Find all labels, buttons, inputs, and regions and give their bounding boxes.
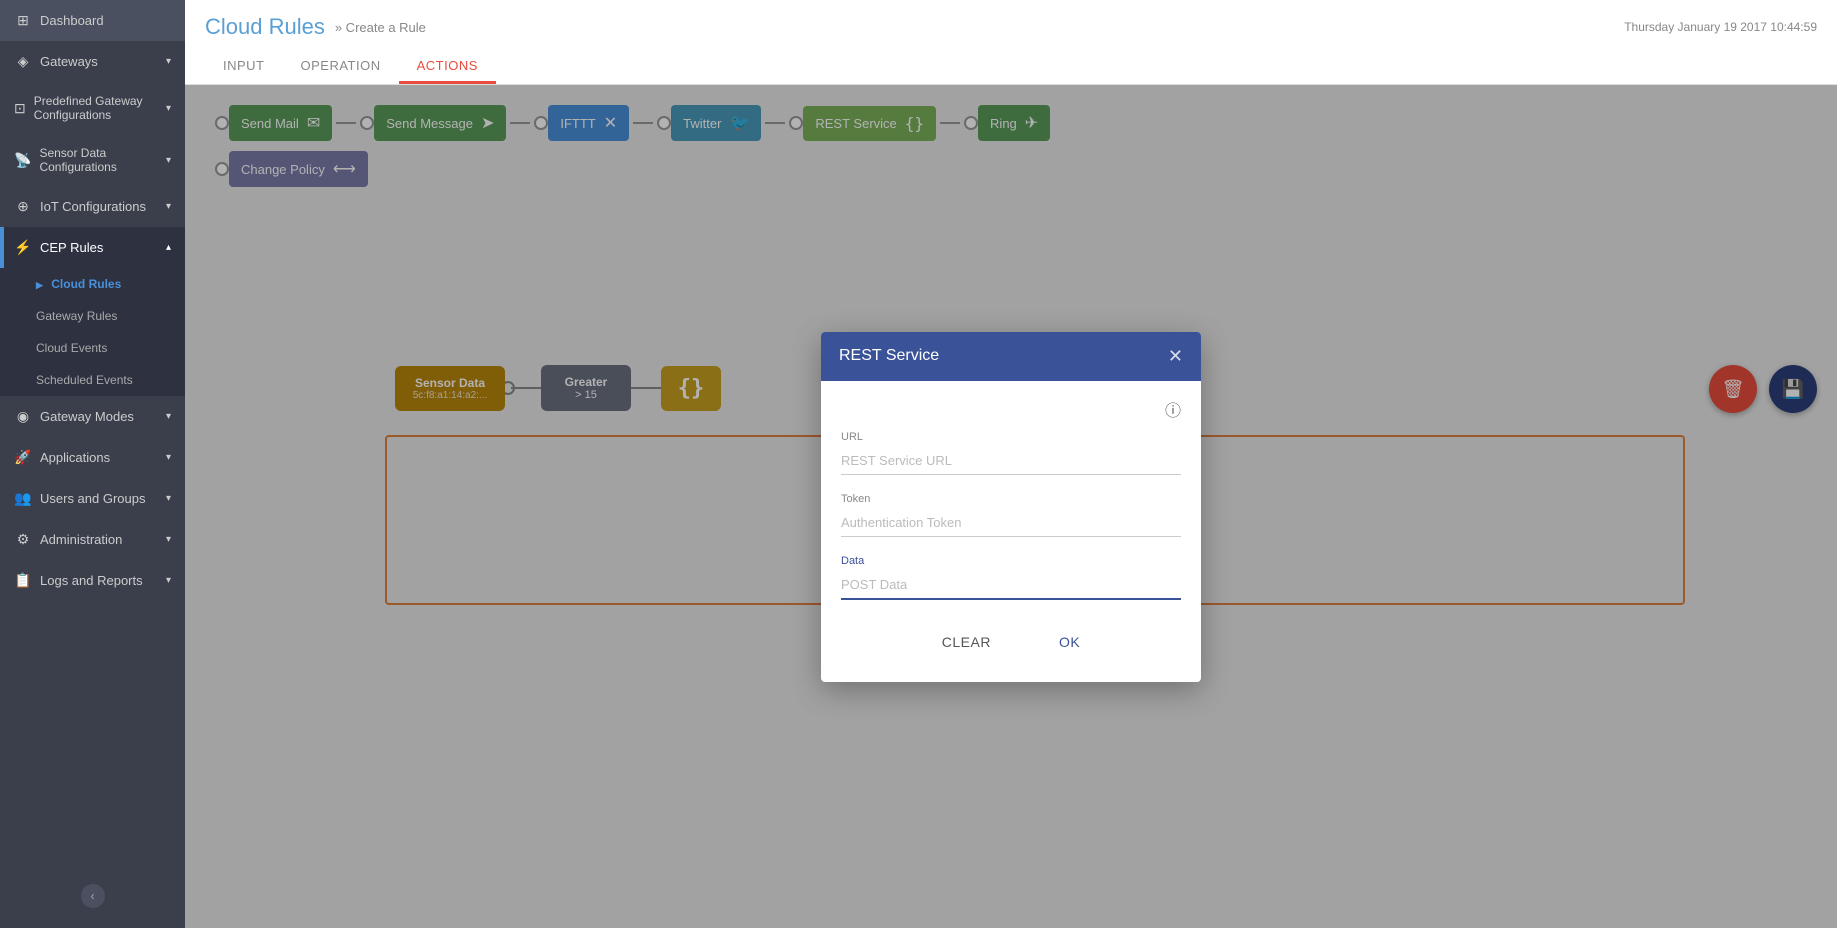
sidebar-item-applications[interactable]: 🚀 Applications ▾ [0,437,185,478]
page-header: Cloud Rules » Create a Rule Thursday Jan… [185,0,1837,85]
sidebar-item-label: Sensor Data Configurations [39,146,158,174]
sidebar-sub-item-cloud-rules[interactable]: Cloud Rules [0,268,185,300]
cep-icon: ⚡ [14,239,32,256]
sidebar-sub-item-gateway-rules[interactable]: Gateway Rules [0,300,185,332]
sidebar-item-label: Administration [40,532,122,547]
sidebar-item-label: Logs and Reports [40,573,143,588]
sidebar-item-label: Users and Groups [40,491,146,506]
dialog-title: REST Service [839,347,939,365]
tab-actions[interactable]: ACTIONS [399,50,496,84]
tab-bar: INPUT OPERATION ACTIONS [205,50,1817,84]
predefined-icon: ⊡ [14,100,26,117]
info-icon[interactable]: ⓘ [1165,403,1181,420]
dialog-body: ⓘ URL Token Data [821,381,1201,682]
sidebar-item-label: Predefined Gateway Configurations [34,94,158,122]
chevron-down-icon: ▾ [166,452,171,463]
gateway-modes-icon: ◉ [14,408,32,425]
clear-button[interactable]: CLEAR [928,628,1005,656]
token-input[interactable] [841,509,1181,537]
token-label: Token [841,493,1181,505]
sidebar-item-gateways[interactable]: ◈ Gateways ▾ [0,41,185,82]
ok-button[interactable]: OK [1045,628,1094,656]
sidebar-item-gateway-modes[interactable]: ◉ Gateway Modes ▾ [0,396,185,437]
chevron-down-icon: ▾ [166,56,171,67]
tab-operation[interactable]: OPERATION [283,50,399,84]
sidebar-item-predefined[interactable]: ⊡ Predefined Gateway Configurations ▾ [0,82,185,134]
chevron-down-icon: ▾ [166,493,171,504]
sidebar-item-label: Gateways [40,54,98,69]
chevron-down-icon: ▾ [166,103,171,114]
logs-icon: 📋 [14,572,32,589]
applications-icon: 🚀 [14,449,32,466]
main-content: Cloud Rules » Create a Rule Thursday Jan… [185,0,1837,928]
url-input[interactable] [841,447,1181,475]
sidebar-collapse-button[interactable]: ‹ [81,884,105,908]
url-field-group: URL [841,431,1181,475]
sidebar: ⊞ Dashboard ◈ Gateways ▾ ⊡ Predefined Ga… [0,0,185,928]
modal-overlay: REST Service ✕ ⓘ URL Token [185,85,1837,928]
sensor-icon: 📡 [14,152,31,169]
data-field-group: Data [841,555,1181,600]
iot-icon: ⊕ [14,198,32,215]
sidebar-item-administration[interactable]: ⚙ Administration ▾ [0,519,185,560]
sidebar-item-sensor-data[interactable]: 📡 Sensor Data Configurations ▾ [0,134,185,186]
sidebar-item-label: Dashboard [40,13,104,28]
sidebar-item-cep-rules[interactable]: ⚡ CEP Rules ▴ [0,227,185,268]
sidebar-item-users[interactable]: 👥 Users and Groups ▾ [0,478,185,519]
data-input[interactable] [841,571,1181,600]
sidebar-item-dashboard[interactable]: ⊞ Dashboard [0,0,185,41]
sidebar-item-label: IoT Configurations [40,199,146,214]
sidebar-item-iot[interactable]: ⊕ IoT Configurations ▾ [0,186,185,227]
sidebar-item-label: Applications [40,450,110,465]
dashboard-icon: ⊞ [14,12,32,29]
timestamp: Thursday January 19 2017 10:44:59 [1624,20,1817,34]
chevron-down-icon: ▾ [166,201,171,212]
chevron-down-icon: ▾ [166,411,171,422]
sidebar-item-logs[interactable]: 📋 Logs and Reports ▾ [0,560,185,601]
page-title: Cloud Rules [205,14,325,40]
url-label: URL [841,431,1181,443]
chevron-down-icon: ▾ [166,534,171,545]
rest-service-dialog: REST Service ✕ ⓘ URL Token [821,332,1201,682]
canvas-area: Send Mail ✉ Send Message ➤ IFTTT ✕ [185,85,1837,928]
tab-input[interactable]: INPUT [205,50,283,84]
chevron-down-icon: ▾ [166,575,171,586]
breadcrumb: » Create a Rule [335,20,426,35]
token-field-group: Token [841,493,1181,537]
info-icon-container: ⓘ [841,397,1181,421]
sidebar-item-label: Gateway Modes [40,409,134,424]
chevron-down-icon: ▴ [166,242,171,253]
admin-icon: ⚙ [14,531,32,548]
users-icon: 👥 [14,490,32,507]
chevron-down-icon: ▾ [166,155,171,166]
sidebar-sub-item-scheduled-events[interactable]: Scheduled Events [0,364,185,396]
sidebar-sub-item-cloud-events[interactable]: Cloud Events [0,332,185,364]
header-top: Cloud Rules » Create a Rule Thursday Jan… [205,14,1817,40]
dialog-close-button[interactable]: ✕ [1168,346,1183,367]
data-label: Data [841,555,1181,567]
dialog-header: REST Service ✕ [821,332,1201,381]
sidebar-item-label: CEP Rules [40,240,103,255]
dialog-actions: CLEAR OK [841,618,1181,662]
sidebar-sub-menu: Cloud Rules Gateway Rules Cloud Events S… [0,268,185,396]
gateways-icon: ◈ [14,53,32,70]
